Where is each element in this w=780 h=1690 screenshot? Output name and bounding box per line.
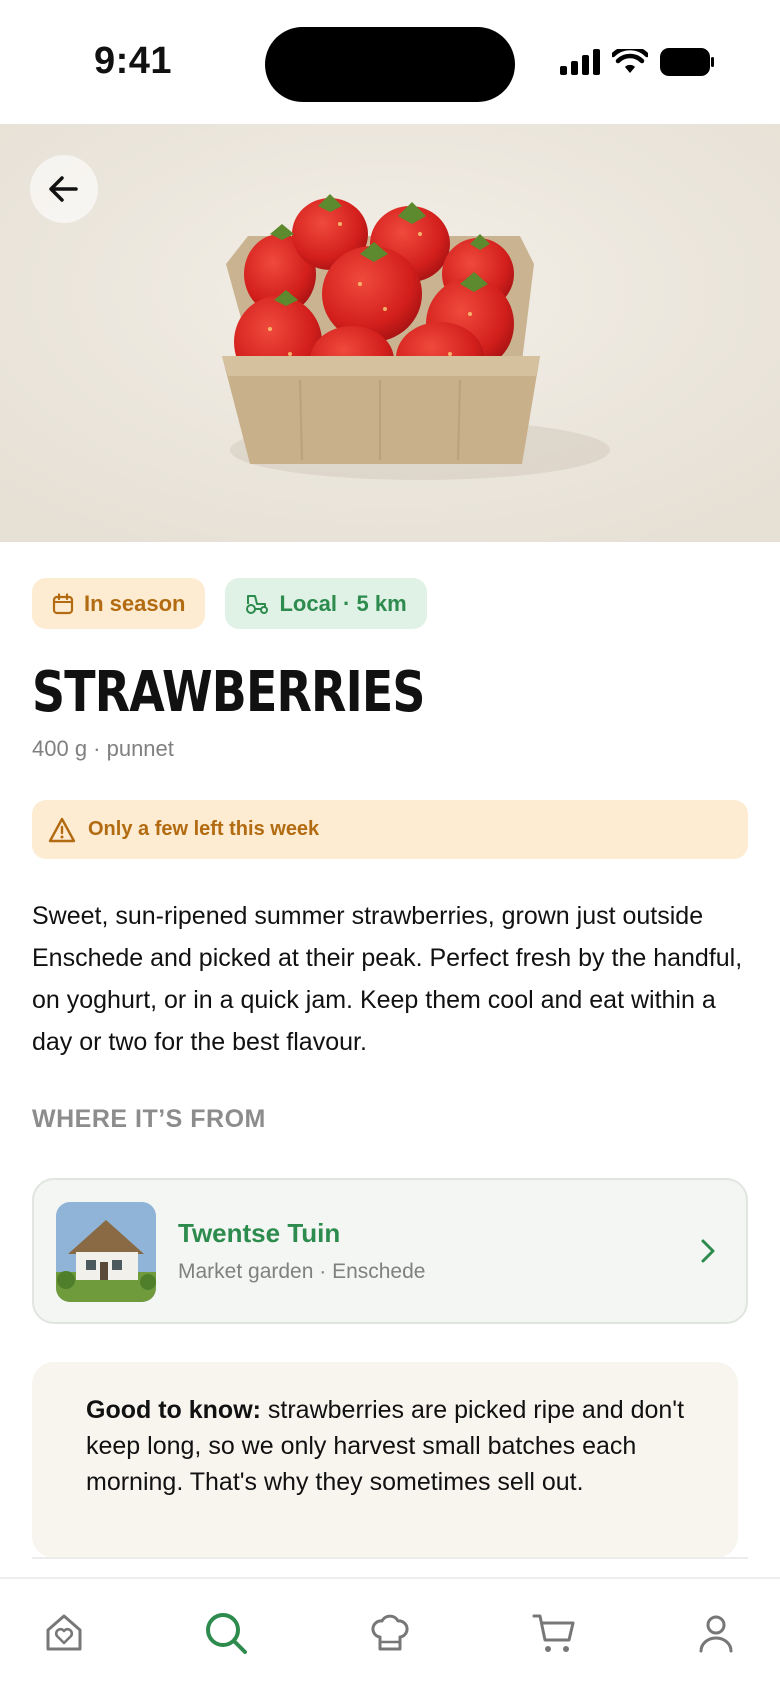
farm-meta: Market garden · Enschede bbox=[178, 1260, 426, 1283]
good-to-know-label: Good to know: bbox=[86, 1396, 261, 1424]
arrow-left-icon bbox=[49, 176, 78, 202]
in-season-label: In season bbox=[84, 590, 186, 616]
divider bbox=[32, 1557, 748, 1559]
local-distance-label: Local · 5 km bbox=[279, 590, 407, 616]
good-to-know-box: Good to know: strawberries are picked ri… bbox=[32, 1362, 738, 1558]
tractor-icon bbox=[246, 594, 269, 614]
farm-thumbnail bbox=[56, 1202, 156, 1302]
product-subtitle: 400 g · punnet bbox=[32, 736, 174, 761]
stock-warning-banner: Only a few left this week bbox=[32, 800, 748, 859]
strawberry-punnet-image bbox=[0, 124, 780, 542]
calendar-icon bbox=[52, 592, 74, 614]
chevron-right-icon bbox=[701, 1239, 715, 1263]
status-time: 9:41 bbox=[94, 40, 173, 82]
status-icons bbox=[560, 48, 714, 76]
farmhouse-image bbox=[56, 1202, 156, 1302]
profile-icon bbox=[699, 1615, 733, 1653]
farm-name: Twentse Tuin bbox=[178, 1218, 341, 1248]
product-title: STRAWBERRIES bbox=[32, 660, 425, 725]
back-button[interactable] bbox=[30, 155, 98, 223]
farm-card[interactable]: Twentse Tuin Market garden · Enschede bbox=[32, 1178, 748, 1324]
tab-recipes[interactable] bbox=[366, 1609, 414, 1657]
status-bar: 9:41 bbox=[0, 0, 780, 124]
product-description: Sweet, sun-ripened summer strawberries, … bbox=[32, 902, 743, 1056]
bottom-tab-bar bbox=[0, 1577, 780, 1690]
product-tags: In season Local · 5 km bbox=[32, 578, 427, 629]
product-hero-image bbox=[0, 124, 780, 542]
search-icon bbox=[206, 1613, 247, 1654]
tab-search[interactable] bbox=[202, 1609, 250, 1657]
tab-profile[interactable] bbox=[692, 1609, 740, 1657]
origin-section-heading: WHERE IT’S FROM bbox=[32, 1105, 266, 1133]
home-heart-icon bbox=[46, 1614, 82, 1651]
battery-icon bbox=[660, 48, 714, 76]
warning-triangle-icon bbox=[48, 817, 76, 842]
local-distance-chip: Local · 5 km bbox=[225, 578, 427, 629]
in-season-chip: In season bbox=[32, 578, 206, 629]
cellular-signal-icon bbox=[560, 49, 600, 75]
cart-icon bbox=[532, 1614, 575, 1652]
stock-warning-text: Only a few left this week bbox=[88, 818, 320, 840]
tab-home[interactable] bbox=[40, 1609, 88, 1657]
chef-hat-icon bbox=[371, 1614, 409, 1651]
wifi-icon bbox=[612, 49, 648, 73]
tab-cart[interactable] bbox=[530, 1609, 578, 1657]
dynamic-island bbox=[265, 27, 515, 102]
